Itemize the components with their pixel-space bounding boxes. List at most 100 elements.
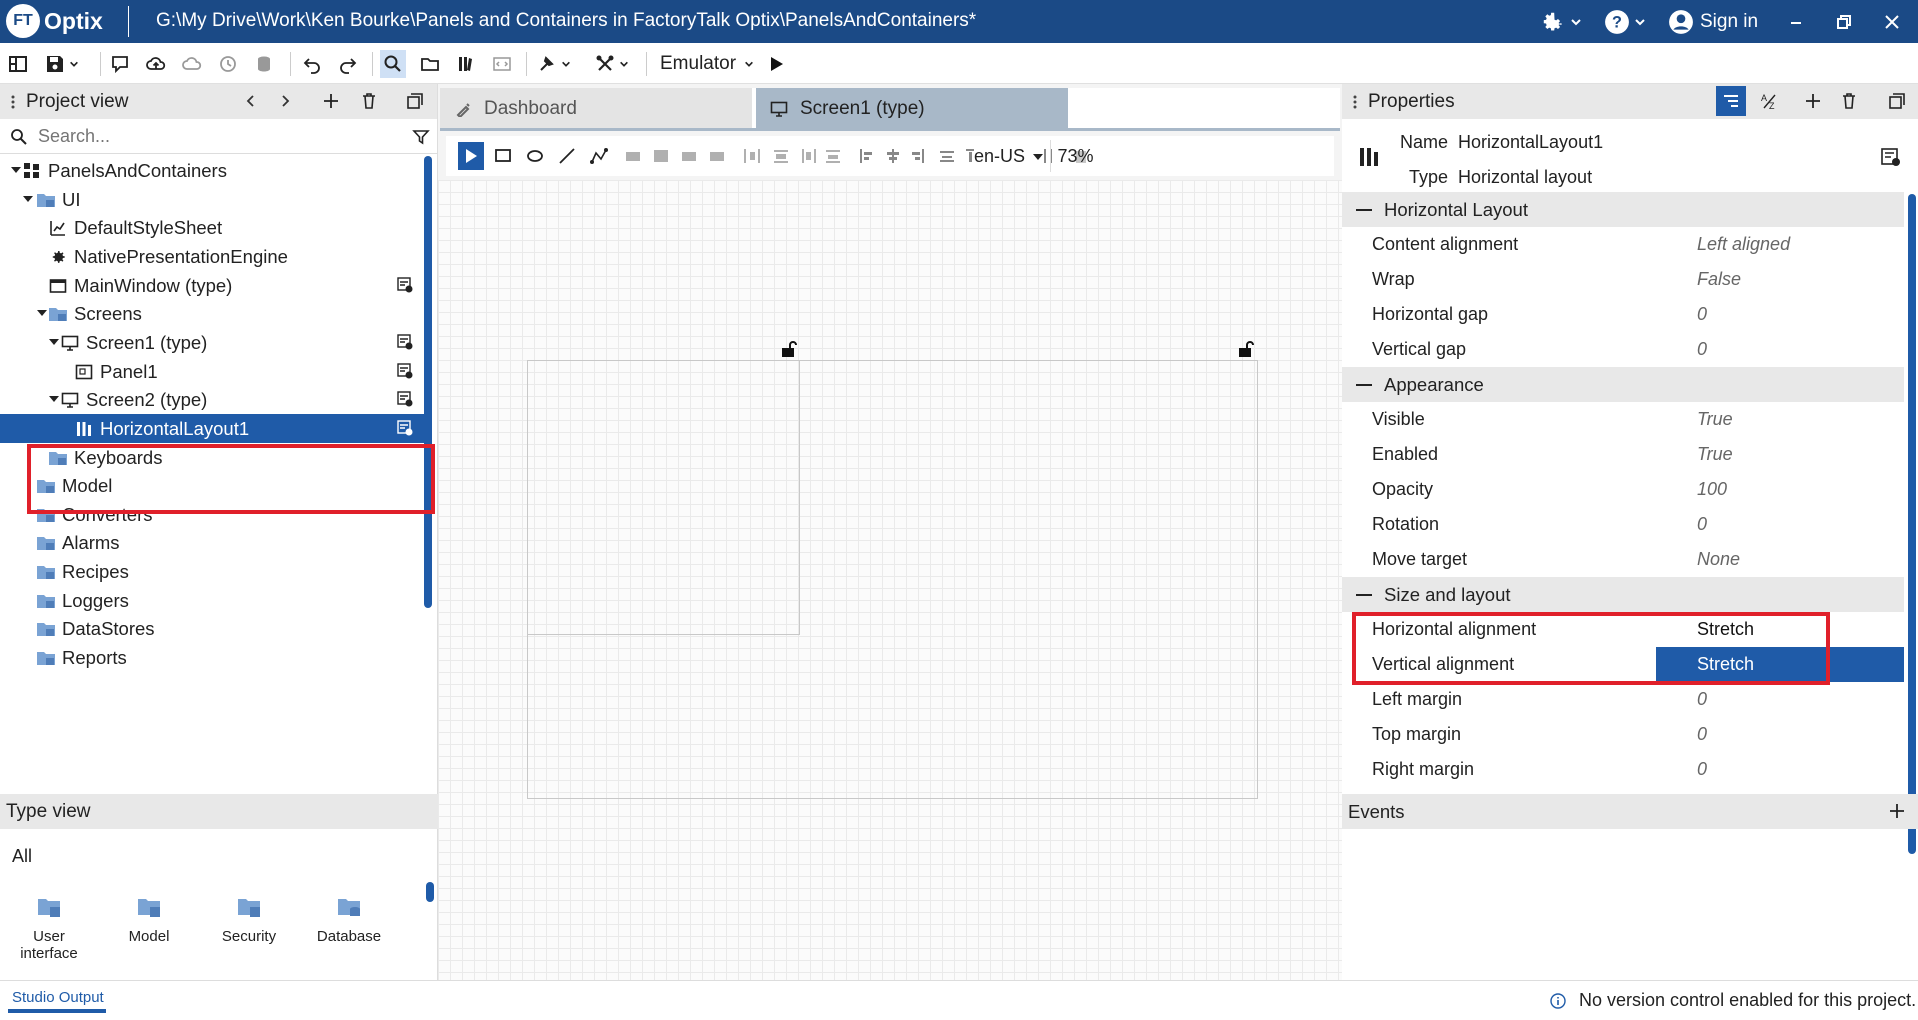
tree-item[interactable]: Screens bbox=[0, 299, 424, 328]
collapse-icon[interactable] bbox=[1356, 208, 1372, 212]
tree-item[interactable]: Panel1 bbox=[0, 357, 424, 386]
edit-type-icon[interactable] bbox=[1880, 146, 1902, 168]
property-row[interactable]: Horizontal gap 0 bbox=[1342, 297, 1904, 332]
name-value[interactable]: HorizontalLayout1 bbox=[1458, 132, 1603, 153]
property-value[interactable]: 0 bbox=[1697, 304, 1707, 325]
property-row[interactable]: Top margin 0 bbox=[1342, 717, 1904, 752]
tree-item[interactable]: PanelsAndContainers bbox=[0, 156, 424, 185]
panel-frame[interactable] bbox=[527, 360, 800, 635]
property-value[interactable]: 0 bbox=[1697, 514, 1707, 535]
property-section-header[interactable]: Size and layout bbox=[1342, 577, 1904, 612]
locale-select[interactable]: en-US bbox=[974, 140, 1044, 172]
property-row[interactable]: Vertical gap 0 bbox=[1342, 332, 1904, 367]
property-row[interactable]: Wrap False bbox=[1342, 262, 1904, 297]
properties-scrollbar[interactable] bbox=[1908, 194, 1916, 854]
tools-menu-button[interactable] bbox=[592, 52, 632, 76]
property-row[interactable]: Content alignment Left aligned bbox=[1342, 227, 1904, 262]
property-value[interactable]: None bbox=[1697, 549, 1740, 570]
code-button[interactable] bbox=[490, 52, 514, 76]
library-button[interactable] bbox=[454, 52, 478, 76]
emulator-select[interactable]: Emulator bbox=[660, 53, 754, 75]
property-value[interactable]: True bbox=[1697, 409, 1733, 430]
select-tool-button[interactable] bbox=[458, 142, 484, 170]
edit-type-icon[interactable] bbox=[396, 390, 414, 408]
redo-button[interactable] bbox=[336, 52, 360, 76]
type-item-database[interactable]: Database bbox=[304, 894, 394, 945]
tree-item[interactable]: Reports bbox=[0, 643, 424, 672]
type-item-user-interface[interactable]: User interface bbox=[4, 894, 94, 962]
sign-in-button[interactable]: Sign in bbox=[1668, 7, 1758, 36]
tree-item[interactable]: Alarms bbox=[0, 528, 424, 557]
delete-icon[interactable] bbox=[1840, 92, 1858, 110]
property-row[interactable]: Move target None bbox=[1342, 542, 1904, 577]
property-value[interactable]: 0 bbox=[1697, 339, 1707, 360]
tree-item[interactable]: UI bbox=[0, 185, 424, 214]
tree-item[interactable]: Loggers bbox=[0, 586, 424, 615]
settings-menu-button[interactable] bbox=[1540, 7, 1582, 36]
undock-icon[interactable] bbox=[1888, 92, 1906, 110]
property-value[interactable]: False bbox=[1697, 269, 1741, 290]
tree-item[interactable]: Screen1 (type) bbox=[0, 328, 424, 357]
restore-button[interactable] bbox=[1834, 7, 1854, 36]
delete-icon[interactable] bbox=[360, 92, 378, 110]
line-tool-icon[interactable] bbox=[558, 148, 576, 164]
drag-handle-icon[interactable] bbox=[1352, 94, 1358, 110]
property-value[interactable]: Left aligned bbox=[1697, 234, 1790, 255]
property-value[interactable]: True bbox=[1697, 444, 1733, 465]
property-row[interactable]: Right margin 0 bbox=[1342, 752, 1904, 787]
property-row[interactable]: Visible True bbox=[1342, 402, 1904, 437]
add-icon[interactable] bbox=[322, 92, 340, 110]
build-menu-button[interactable] bbox=[534, 52, 574, 76]
open-folder-button[interactable] bbox=[418, 52, 442, 76]
undock-icon[interactable] bbox=[406, 92, 424, 110]
tree-item[interactable]: MainWindow (type) bbox=[0, 271, 424, 300]
upload-button[interactable] bbox=[144, 52, 168, 76]
property-row[interactable]: Left margin 0 bbox=[1342, 682, 1904, 717]
type-view-filter[interactable]: All bbox=[12, 846, 32, 867]
polyline-tool-icon[interactable] bbox=[590, 148, 608, 164]
tree-item[interactable]: HorizontalLayout1 bbox=[0, 413, 424, 443]
edit-type-icon[interactable] bbox=[396, 362, 414, 380]
type-item-model[interactable]: Model bbox=[104, 894, 194, 945]
property-row[interactable]: Opacity 100 bbox=[1342, 472, 1904, 507]
zoom-level[interactable]: 73% bbox=[1050, 140, 1100, 172]
property-value[interactable]: 0 bbox=[1697, 724, 1707, 745]
search-button[interactable] bbox=[380, 50, 406, 78]
add-icon[interactable] bbox=[1888, 802, 1906, 820]
tab-screen1[interactable]: Screen1 (type) bbox=[756, 88, 1068, 130]
database-button[interactable] bbox=[252, 52, 276, 76]
drag-handle-icon[interactable] bbox=[10, 94, 16, 110]
undo-button[interactable] bbox=[300, 52, 324, 76]
tree-item[interactable]: NativePresentationEngine bbox=[0, 242, 424, 271]
edit-type-icon[interactable] bbox=[396, 419, 414, 437]
type-item-security[interactable]: Security bbox=[204, 894, 294, 945]
unlock-icon[interactable] bbox=[781, 340, 797, 358]
layout-button[interactable] bbox=[6, 52, 30, 76]
sort-az-icon[interactable]: AZ bbox=[1760, 92, 1780, 110]
list-view-button[interactable] bbox=[1716, 86, 1746, 116]
tree-item[interactable]: DataStores bbox=[0, 614, 424, 643]
ellipse-tool-icon[interactable] bbox=[526, 148, 544, 164]
tree-item[interactable]: Recipes bbox=[0, 557, 424, 586]
rectangle-tool-icon[interactable] bbox=[494, 148, 512, 164]
deploy-button[interactable] bbox=[108, 52, 132, 76]
minimize-button[interactable] bbox=[1786, 7, 1806, 36]
chevron-down-icon[interactable] bbox=[22, 193, 36, 207]
property-value[interactable]: 100 bbox=[1697, 479, 1727, 500]
property-value[interactable]: 0 bbox=[1697, 759, 1707, 780]
tree-item[interactable]: DefaultStyleSheet bbox=[0, 213, 424, 242]
property-section-header[interactable]: Appearance bbox=[1342, 367, 1904, 402]
property-value[interactable]: 0 bbox=[1697, 689, 1707, 710]
property-row[interactable]: Enabled True bbox=[1342, 437, 1904, 472]
tree-item[interactable]: Screen2 (type) bbox=[0, 385, 424, 414]
download-button[interactable] bbox=[180, 52, 204, 76]
tab-dashboard[interactable]: Dashboard bbox=[440, 88, 752, 130]
collapse-icon[interactable] bbox=[1356, 383, 1372, 387]
property-row[interactable]: Rotation 0 bbox=[1342, 507, 1904, 542]
run-button[interactable] bbox=[764, 52, 788, 76]
add-icon[interactable] bbox=[1804, 92, 1822, 110]
filter-icon[interactable] bbox=[412, 128, 430, 146]
design-canvas[interactable] bbox=[438, 180, 1342, 980]
close-button[interactable] bbox=[1882, 7, 1902, 36]
history-button[interactable] bbox=[216, 52, 240, 76]
